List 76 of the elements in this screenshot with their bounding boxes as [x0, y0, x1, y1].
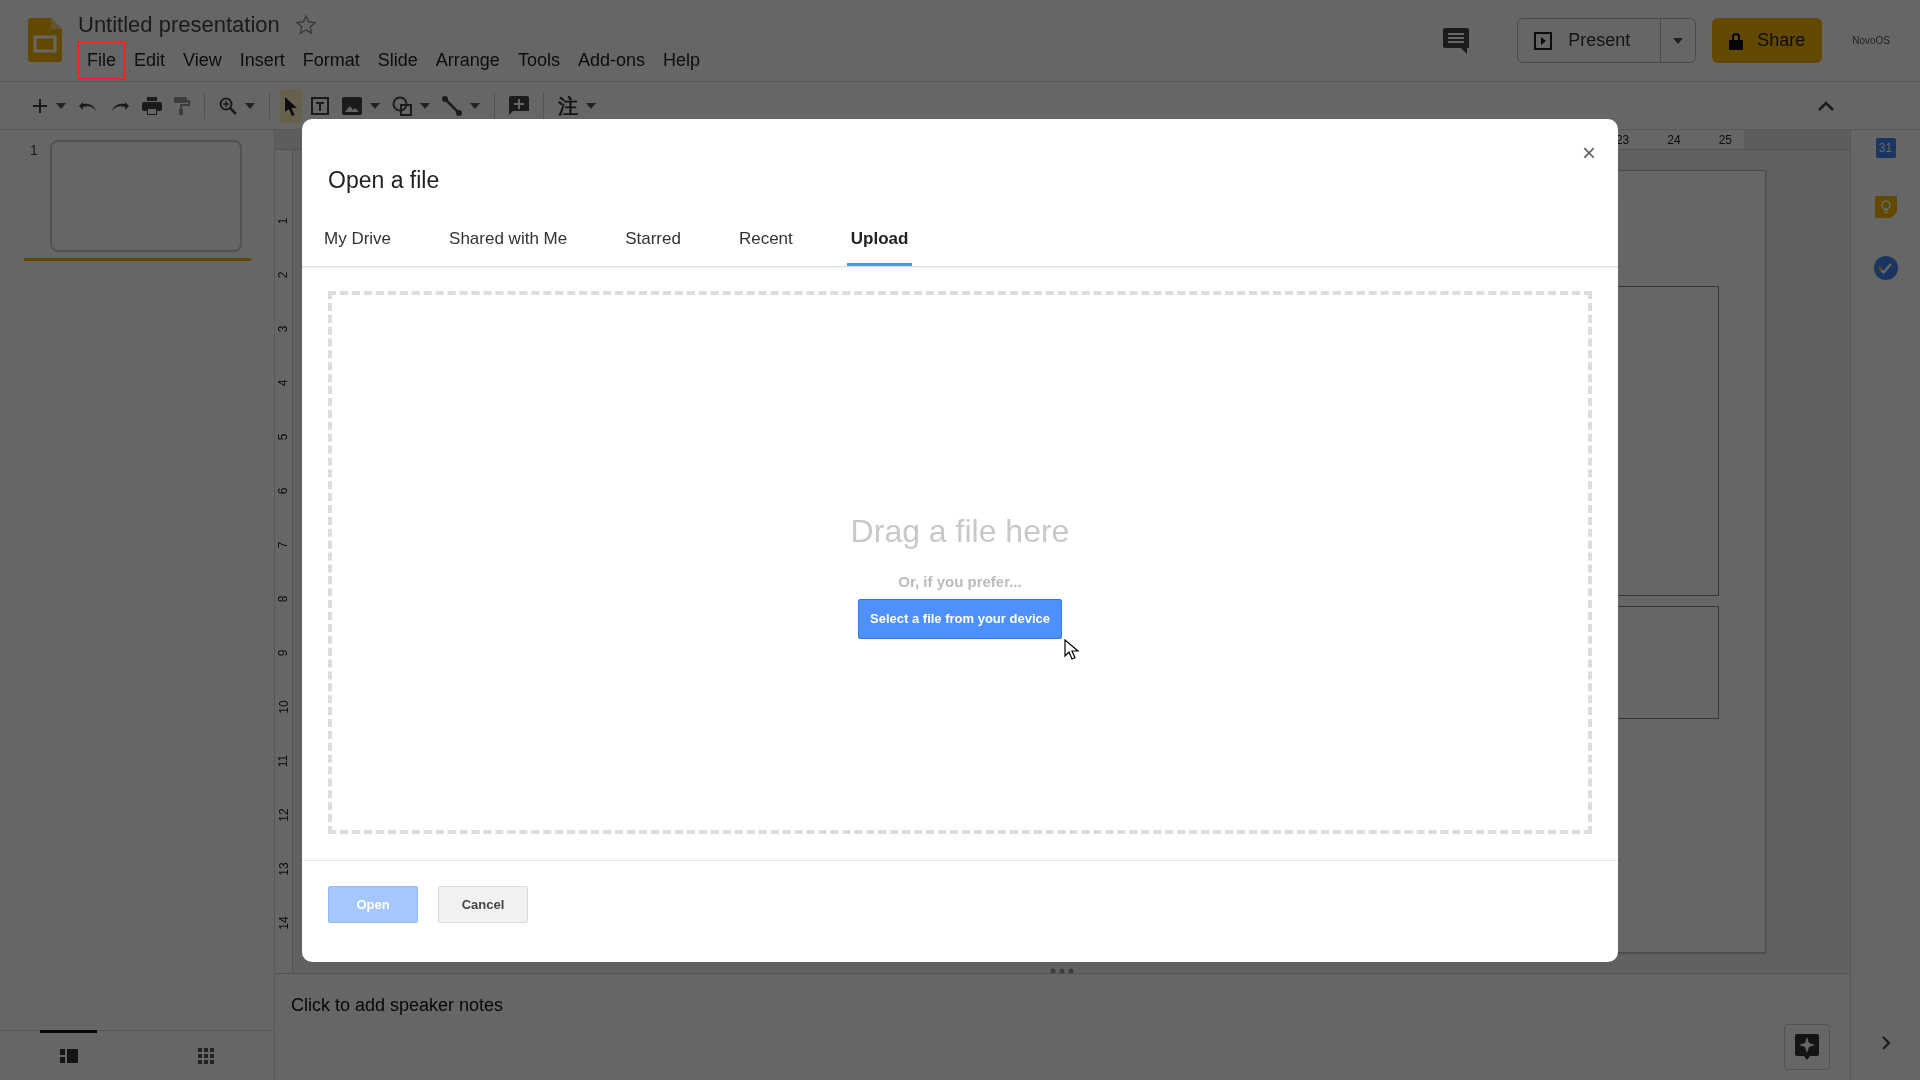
menu-item[interactable]: Help — [653, 45, 709, 76]
menu-item[interactable]: Tools — [508, 45, 569, 76]
menu-item[interactable]: Edit — [125, 45, 175, 76]
account-logo[interactable]: NovoOS — [1852, 33, 1890, 48]
ruler-number: 8 — [275, 595, 292, 603]
tasks-icon[interactable] — [1873, 256, 1898, 280]
caret-icon — [245, 102, 255, 109]
caret-icon — [420, 102, 430, 109]
dialog-tab[interactable]: My Drive — [320, 217, 396, 266]
caret-icon — [470, 102, 480, 109]
ruler-number: 7 — [275, 541, 292, 549]
menu-item[interactable]: Slide — [368, 45, 427, 76]
slides-logo-icon — [28, 18, 62, 62]
ruler-number: 9 — [275, 649, 292, 657]
dialog-tab[interactable]: Shared with Me — [445, 217, 572, 266]
ruler-number: 1 — [275, 217, 292, 225]
line-icon — [442, 95, 462, 116]
redo-icon — [110, 99, 130, 112]
grid-view-icon — [197, 1047, 214, 1064]
ruler-number: 12 — [275, 808, 292, 822]
ruler-number: 24 — [1667, 131, 1681, 149]
cursor-icon — [1063, 638, 1080, 661]
share-button[interactable]: Share — [1712, 18, 1823, 63]
chevron-right-icon[interactable] — [1880, 1034, 1891, 1051]
dialog-tab[interactable]: Recent — [734, 217, 797, 266]
ruler-number: 13 — [275, 862, 292, 876]
sparkle-icon — [1795, 1034, 1819, 1060]
menu-item[interactable]: View — [174, 45, 231, 76]
caret-icon — [586, 102, 596, 109]
ruler-number: 14 — [275, 916, 292, 930]
resize-handle-icon[interactable] — [1050, 968, 1074, 974]
star-icon[interactable] — [295, 14, 316, 35]
ruler-number: 5 — [275, 433, 292, 441]
ruler-number: 3 — [275, 325, 292, 333]
caret-icon — [56, 102, 66, 109]
play-icon — [1534, 31, 1553, 50]
lock-icon — [1729, 31, 1744, 50]
paint-roller-icon — [174, 96, 190, 115]
ruler-number: 11 — [275, 754, 292, 768]
caret-icon — [370, 102, 380, 109]
dialog-tab[interactable]: Starred — [621, 217, 685, 266]
menu-item[interactable]: Insert — [230, 45, 294, 76]
caret-icon — [1673, 37, 1684, 44]
menu-item[interactable]: File — [78, 45, 125, 76]
menu-item[interactable]: Arrange — [426, 45, 509, 76]
plus-icon — [32, 97, 48, 114]
document-title[interactable]: Untitled presentation — [78, 8, 280, 41]
ruler-number: 4 — [275, 379, 292, 387]
select-file-button[interactable]: Select a file from your device — [858, 599, 1062, 639]
menu-item[interactable]: Add-ons — [568, 45, 654, 76]
dialog-title: Open a file — [328, 166, 441, 195]
print-icon — [142, 96, 162, 115]
comment-icon[interactable] — [1443, 27, 1470, 54]
toolbar-button[interactable]: 注 — [554, 88, 600, 123]
zoom-icon — [219, 96, 237, 115]
slide-number: 1 — [30, 141, 38, 160]
ruler-number: 10 — [275, 700, 292, 714]
cancel-button[interactable]: Cancel — [438, 886, 528, 923]
dialog-tab[interactable]: Upload — [846, 217, 913, 266]
explore-button[interactable] — [1784, 1024, 1830, 1070]
pointer-icon — [284, 95, 298, 116]
ruler-number: 6 — [275, 487, 292, 495]
collapse-icon[interactable] — [1818, 101, 1834, 112]
close-button[interactable]: × — [1578, 141, 1600, 165]
menu-item[interactable]: Format — [293, 45, 369, 76]
speaker-notes[interactable]: Click to add speaker notes — [291, 995, 504, 1015]
ruler-number: 2 — [275, 271, 292, 279]
text-box-icon — [310, 95, 330, 116]
input-tools-glyph: 注 — [558, 93, 578, 118]
shapes-icon — [392, 95, 412, 116]
drop-hint: Or, if you prefer... — [898, 571, 1022, 592]
ruler-number: 25 — [1718, 131, 1732, 149]
add-comment-icon — [509, 95, 529, 116]
image-icon — [342, 96, 362, 115]
list-view-icon — [59, 1048, 78, 1063]
calendar-icon[interactable]: 31 — [1875, 138, 1896, 158]
